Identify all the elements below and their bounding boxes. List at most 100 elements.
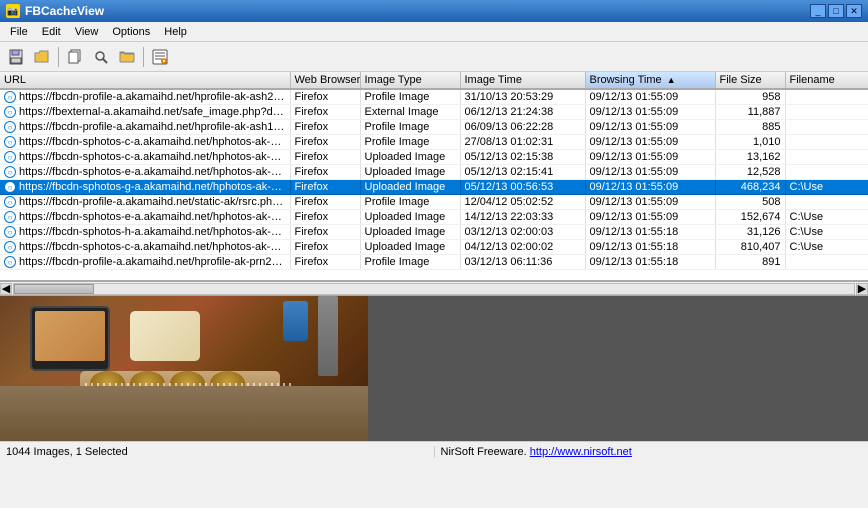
cell-browsing-time: 09/12/13 01:55:09 xyxy=(585,135,715,150)
cell-image-time: 03/12/13 02:00:03 xyxy=(460,225,585,240)
window-controls[interactable]: _ □ ✕ xyxy=(810,4,862,18)
col-header-browsingtime[interactable]: Browsing Time ▲ xyxy=(585,72,715,89)
cell-type: Uploaded Image xyxy=(360,210,460,225)
cell-browsing-time: 09/12/13 01:55:09 xyxy=(585,150,715,165)
cell-url: ○https://fbcdn-sphotos-c-a.akamaihd.net/… xyxy=(0,240,290,255)
counter-surface xyxy=(0,386,368,441)
cell-type: Profile Image xyxy=(360,135,460,150)
cell-filename: C:\Use xyxy=(785,240,868,255)
table-row[interactable]: ○https://fbcdn-profile-a.akamaihd.net/hp… xyxy=(0,120,868,135)
table-row[interactable]: ○https://fbcdn-sphotos-g-a.akamaihd.net/… xyxy=(0,180,868,195)
col-header-filesize[interactable]: File Size xyxy=(715,72,785,89)
close-button[interactable]: ✕ xyxy=(846,4,862,18)
url-text: https://fbcdn-profile-a.akamaihd.net/hpr… xyxy=(19,121,286,133)
url-text: https://fbcdn-profile-a.akamaihd.net/sta… xyxy=(19,196,286,208)
scroll-left-button[interactable]: ◀ xyxy=(0,283,12,295)
cell-browser: Firefox xyxy=(290,195,360,210)
cell-browser: Firefox xyxy=(290,89,360,105)
table-row[interactable]: ○https://fbcdn-profile-a.akamaihd.net/st… xyxy=(0,195,868,210)
table-row[interactable]: ○https://fbexternal-a.akamaihd.net/safe_… xyxy=(0,105,868,120)
col-header-browser[interactable]: Web Browser xyxy=(290,72,360,89)
table-row[interactable]: ○https://fbcdn-profile-a.akamaihd.net/hp… xyxy=(0,255,868,270)
cell-browser: Firefox xyxy=(290,255,360,270)
status-right: NirSoft Freeware. http://www.nirsoft.net xyxy=(435,446,868,458)
scroll-track[interactable] xyxy=(13,283,855,295)
cell-url: ○https://fbcdn-sphotos-h-a.akamaihd.net/… xyxy=(0,225,290,240)
menu-file[interactable]: File xyxy=(4,24,34,40)
col-header-url[interactable]: URL xyxy=(0,72,290,89)
cell-file-size: 152,674 xyxy=(715,210,785,225)
url-icon: ○ xyxy=(4,166,16,178)
horizontal-scrollbar[interactable]: ◀ ▶ xyxy=(0,282,868,296)
status-right-prefix: NirSoft Freeware. xyxy=(441,446,530,458)
toolbar-search[interactable] xyxy=(89,45,113,69)
cell-browsing-time: 09/12/13 01:55:09 xyxy=(585,180,715,195)
cell-browsing-time: 09/12/13 01:55:18 xyxy=(585,240,715,255)
cell-type: Uploaded Image xyxy=(360,180,460,195)
url-icon: ○ xyxy=(4,256,16,268)
cell-browser: Firefox xyxy=(290,135,360,150)
table-header: URL Web Browser Image Type Image Time Br… xyxy=(0,72,868,89)
cell-browser: Firefox xyxy=(290,150,360,165)
toolbar xyxy=(0,42,868,72)
url-icon: ○ xyxy=(4,241,16,253)
toolbar-save[interactable] xyxy=(4,45,28,69)
cell-image-time: 06/09/13 06:22:28 xyxy=(460,120,585,135)
cell-file-size: 891 xyxy=(715,255,785,270)
menu-options[interactable]: Options xyxy=(106,24,156,40)
url-icon: ○ xyxy=(4,226,16,238)
cell-file-size: 508 xyxy=(715,195,785,210)
nirsoft-link[interactable]: http://www.nirsoft.net xyxy=(530,446,632,458)
menu-edit[interactable]: Edit xyxy=(36,24,67,40)
toolbar-properties[interactable] xyxy=(148,45,172,69)
table-row[interactable]: ○https://fbcdn-sphotos-e-a.akamaihd.net/… xyxy=(0,165,868,180)
cell-browser: Firefox xyxy=(290,210,360,225)
url-icon: ○ xyxy=(4,106,16,118)
preview-area xyxy=(0,296,868,441)
scroll-thumb[interactable] xyxy=(14,284,94,294)
cell-browsing-time: 09/12/13 01:55:09 xyxy=(585,120,715,135)
cell-file-size: 468,234 xyxy=(715,180,785,195)
menu-view[interactable]: View xyxy=(69,24,105,40)
url-text: https://fbexternal-a.akamaihd.net/safe_i… xyxy=(19,106,286,118)
menu-help[interactable]: Help xyxy=(158,24,193,40)
cell-url: ○https://fbcdn-sphotos-c-a.akamaihd.net/… xyxy=(0,150,290,165)
url-icon: ○ xyxy=(4,136,16,148)
table-row[interactable]: ○https://fbcdn-sphotos-c-a.akamaihd.net/… xyxy=(0,240,868,255)
table-row[interactable]: ○https://fbcdn-sphotos-c-a.akamaihd.net/… xyxy=(0,150,868,165)
maximize-button[interactable]: □ xyxy=(828,4,844,18)
url-text: https://fbcdn-sphotos-e-a.akamaihd.net/h… xyxy=(19,211,286,223)
status-bar: 1044 Images, 1 Selected NirSoft Freeware… xyxy=(0,441,868,461)
cell-image-time: 12/04/12 05:02:52 xyxy=(460,195,585,210)
title-bar: 📷 FBCacheView _ □ ✕ xyxy=(0,0,868,22)
cell-type: Uploaded Image xyxy=(360,165,460,180)
url-text: https://fbcdn-sphotos-c-a.akamaihd.net/h… xyxy=(19,151,286,163)
table-row[interactable]: ○https://fbcdn-profile-a.akamaihd.net/hp… xyxy=(0,89,868,105)
toolbar-copy[interactable] xyxy=(63,45,87,69)
cell-browsing-time: 09/12/13 01:55:09 xyxy=(585,165,715,180)
cell-filename xyxy=(785,105,868,120)
col-header-imagetime[interactable]: Image Time xyxy=(460,72,585,89)
col-header-filename[interactable]: Filename xyxy=(785,72,868,89)
cell-url: ○https://fbcdn-sphotos-e-a.akamaihd.net/… xyxy=(0,165,290,180)
cell-file-size: 1,010 xyxy=(715,135,785,150)
cell-image-time: 04/12/13 02:00:02 xyxy=(460,240,585,255)
cell-url: ○https://fbcdn-profile-a.akamaihd.net/hp… xyxy=(0,120,290,135)
table-row[interactable]: ○https://fbcdn-sphotos-h-a.akamaihd.net/… xyxy=(0,225,868,240)
title-bar-left: 📷 FBCacheView xyxy=(6,4,104,18)
cell-url: ○https://fbexternal-a.akamaihd.net/safe_… xyxy=(0,105,290,120)
toolbar-open[interactable] xyxy=(30,45,54,69)
table-row[interactable]: ○https://fbcdn-sphotos-e-a.akamaihd.net/… xyxy=(0,210,868,225)
scroll-right-button[interactable]: ▶ xyxy=(856,283,868,295)
col-header-type[interactable]: Image Type xyxy=(360,72,460,89)
table-row[interactable]: ○https://fbcdn-sphotos-c-a.akamaihd.net/… xyxy=(0,135,868,150)
minimize-button[interactable]: _ xyxy=(810,4,826,18)
preview-empty xyxy=(368,296,868,441)
cell-filename xyxy=(785,255,868,270)
cell-url: ○https://fbcdn-sphotos-g-a.akamaihd.net/… xyxy=(0,180,290,195)
cell-image-time: 27/08/13 01:02:31 xyxy=(460,135,585,150)
toolbar-folder[interactable] xyxy=(115,45,139,69)
tablet-prop xyxy=(30,306,110,371)
cell-url: ○https://fbcdn-profile-a.akamaihd.net/hp… xyxy=(0,255,290,270)
blue-cup-prop xyxy=(283,301,308,341)
